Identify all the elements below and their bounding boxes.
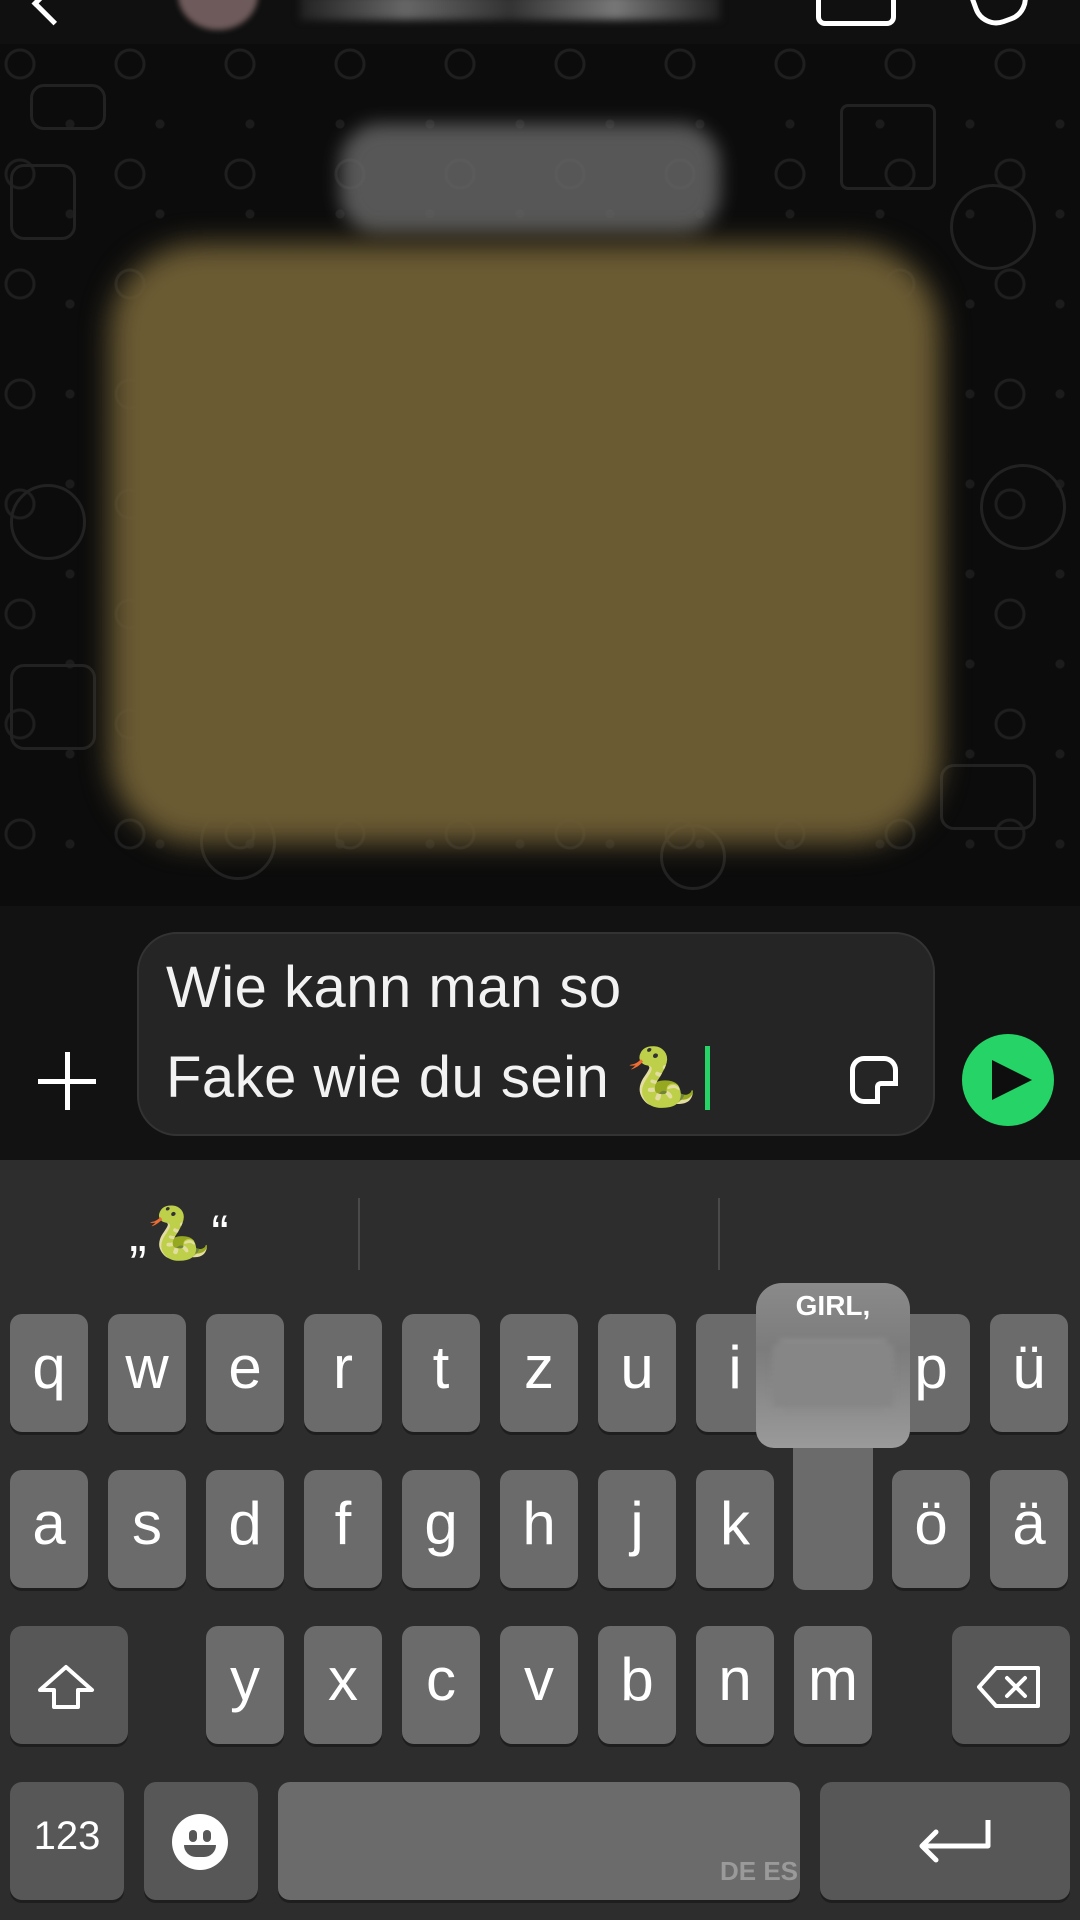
sticker-icon[interactable] [850,1056,898,1104]
video-call-icon[interactable] [816,0,896,26]
key-ue[interactable]: ü [990,1314,1068,1432]
key-u[interactable]: u [598,1314,676,1432]
key-preview-label: GIRL, [795,1290,871,1321]
blurred-media-message[interactable] [110,244,940,844]
key-oe[interactable]: ö [892,1470,970,1588]
key-j[interactable]: j [598,1470,676,1588]
key-v[interactable]: v [500,1626,578,1744]
key-d[interactable]: d [206,1470,284,1588]
contact-name-blurred[interactable] [300,0,720,20]
blurred-message[interactable] [340,124,720,234]
return-icon [919,1820,991,1863]
key-r[interactable]: r [304,1314,382,1432]
send-icon [992,1060,1032,1100]
doodle-decoration [10,484,86,560]
doodle-decoration [950,184,1036,270]
key-s[interactable]: s [108,1470,186,1588]
key-preview-stem [793,1440,873,1590]
suggestion-2[interactable] [360,1198,718,1270]
key-f[interactable]: f [304,1470,382,1588]
numbers-key[interactable]: 123 [10,1782,124,1900]
doodle-decoration [980,464,1066,550]
back-icon[interactable] [31,0,76,26]
chat-background [0,44,1080,906]
suggestion-3[interactable] [720,1198,1080,1270]
shift-icon [38,1665,94,1709]
text-cursor [704,1045,710,1110]
suggestion-1[interactable]: „🐍“ [0,1198,358,1270]
doodle-decoration [10,164,76,240]
contact-avatar[interactable] [178,0,258,30]
key-k[interactable]: k [696,1470,774,1588]
emoji-icon [172,1814,228,1870]
key-c[interactable]: c [402,1626,480,1744]
doodle-decoration [30,84,106,130]
key-t[interactable]: t [402,1314,480,1432]
key-q[interactable]: q [10,1314,88,1432]
doodle-decoration [840,104,936,190]
key-w[interactable]: w [108,1314,186,1432]
key-g[interactable]: g [402,1470,480,1588]
key-b[interactable]: b [598,1626,676,1744]
key-z[interactable]: z [500,1314,578,1432]
voice-call-icon[interactable] [965,0,1035,33]
key-h[interactable]: h [500,1470,578,1588]
key-ae[interactable]: ä [990,1470,1068,1588]
chat-header [0,0,1080,44]
doodle-decoration [940,764,1036,830]
plus-icon[interactable] [38,1052,96,1110]
doodle-decoration [10,664,96,750]
key-preview-blurred [772,1340,894,1410]
message-text: Fake wie du sein 🐍 [166,1045,699,1110]
key-y[interactable]: y [206,1626,284,1744]
key-m[interactable]: m [794,1626,872,1744]
message-text-line-1: Wie kann man so [166,955,622,1020]
send-button[interactable] [962,1034,1054,1126]
backspace-icon [977,1666,1040,1708]
key-n[interactable]: n [696,1626,774,1744]
key-a[interactable]: a [10,1470,88,1588]
key-e[interactable]: e [206,1314,284,1432]
space-language-label: DE ES [720,1856,799,1886]
message-text-line-2: Fake wie du sein 🐍 [166,1044,710,1114]
key-x[interactable]: x [304,1626,382,1744]
